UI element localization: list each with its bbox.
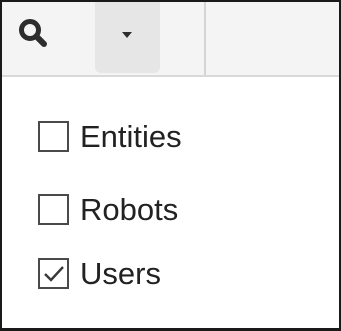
toolbar-separator bbox=[2, 75, 339, 77]
filter-option-label: Users bbox=[80, 256, 161, 291]
filter-dropdown-button[interactable] bbox=[95, 2, 160, 73]
toolbar-divider bbox=[204, 2, 206, 75]
filter-option-label: Entities bbox=[80, 119, 182, 154]
caret-down-icon bbox=[122, 32, 132, 38]
entities-checkbox[interactable] bbox=[38, 121, 69, 152]
search-icon bbox=[19, 19, 47, 47]
search-button[interactable] bbox=[16, 16, 52, 52]
checkmark-icon bbox=[44, 266, 64, 282]
filter-option-label: Robots bbox=[80, 192, 179, 227]
users-checkbox[interactable] bbox=[38, 258, 69, 289]
search-toolbar bbox=[2, 2, 339, 75]
filter-option-entities[interactable]: Entities bbox=[38, 117, 268, 157]
search-filter-panel: Entities Robots Users bbox=[0, 0, 341, 331]
filter-option-users[interactable]: Users bbox=[38, 254, 268, 294]
robots-checkbox[interactable] bbox=[38, 194, 69, 225]
filter-option-robots[interactable]: Robots bbox=[38, 190, 268, 230]
